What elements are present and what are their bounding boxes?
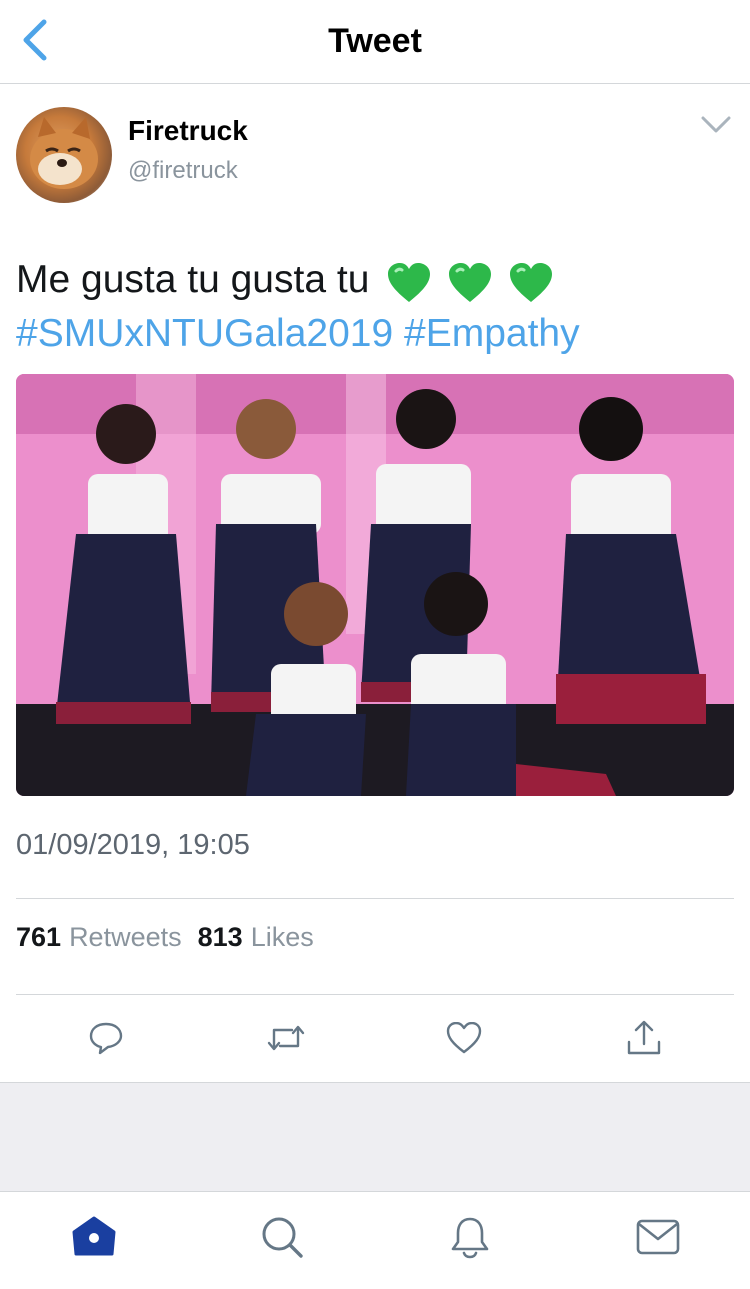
- tweet-photo[interactable]: [16, 374, 734, 796]
- likes-count: 813: [197, 922, 243, 952]
- hashtag-smuxntugala2019[interactable]: #SMUxNTUGala2019: [16, 312, 393, 355]
- reply-icon: [89, 1022, 123, 1055]
- tweet-text: Me gusta tu gusta tu #SMUxNTUGala2019 #E…: [16, 254, 734, 360]
- likes-stat[interactable]: 813 Likes: [198, 922, 314, 953]
- tab-home[interactable]: [70, 1213, 118, 1261]
- likes-label: Likes: [250, 922, 314, 952]
- retweets-stat[interactable]: 761 Retweets: [16, 922, 182, 953]
- display-name[interactable]: Firetruck: [128, 115, 248, 147]
- avatar[interactable]: [16, 107, 112, 203]
- tweet-stats: 761 Retweets 813 Likes: [16, 922, 314, 953]
- share-button[interactable]: [622, 1016, 666, 1060]
- divider: [16, 994, 734, 995]
- tab-search[interactable]: [258, 1213, 306, 1261]
- chevron-down-icon: [701, 116, 731, 133]
- reply-button[interactable]: [84, 1016, 128, 1060]
- tweet-header: Firetruck @firetruck: [16, 107, 734, 207]
- green-heart-icon: [449, 263, 492, 303]
- tab-messages[interactable]: [634, 1213, 682, 1261]
- retweets-label: Retweets: [69, 922, 182, 952]
- search-icon: [262, 1217, 303, 1258]
- tab-notifications[interactable]: [446, 1213, 494, 1261]
- tweet-action-bar: [16, 1010, 734, 1068]
- navigation-bar: Tweet: [0, 0, 750, 84]
- stage-performance-photo: [16, 374, 734, 796]
- bell-icon: [451, 1217, 489, 1259]
- empty-area: [0, 1082, 750, 1192]
- heart-icon: [446, 1022, 482, 1054]
- tweet-body-text: Me gusta tu gusta tu: [16, 258, 370, 301]
- like-button[interactable]: [442, 1016, 486, 1060]
- tweet-timestamp: 01/09/2019, 19:05: [16, 829, 250, 861]
- green-heart-icon: [509, 263, 552, 303]
- home-icon: [72, 1216, 116, 1256]
- retweets-count: 761: [16, 922, 62, 952]
- green-heart-emojis: [386, 256, 558, 308]
- retweet-icon: [267, 1025, 305, 1051]
- page-title: Tweet: [328, 22, 422, 60]
- retweet-button[interactable]: [264, 1016, 308, 1060]
- bottom-tab-bar: [0, 1193, 750, 1289]
- divider: [16, 898, 734, 899]
- green-heart-icon: [388, 263, 431, 303]
- dog-avatar-image: [30, 117, 98, 189]
- mail-icon: [636, 1219, 680, 1255]
- share-icon: [627, 1020, 661, 1055]
- tweet-options-button[interactable]: [698, 111, 734, 139]
- user-handle[interactable]: @firetruck: [128, 157, 238, 185]
- hashtag-empathy[interactable]: #Empathy: [404, 312, 580, 355]
